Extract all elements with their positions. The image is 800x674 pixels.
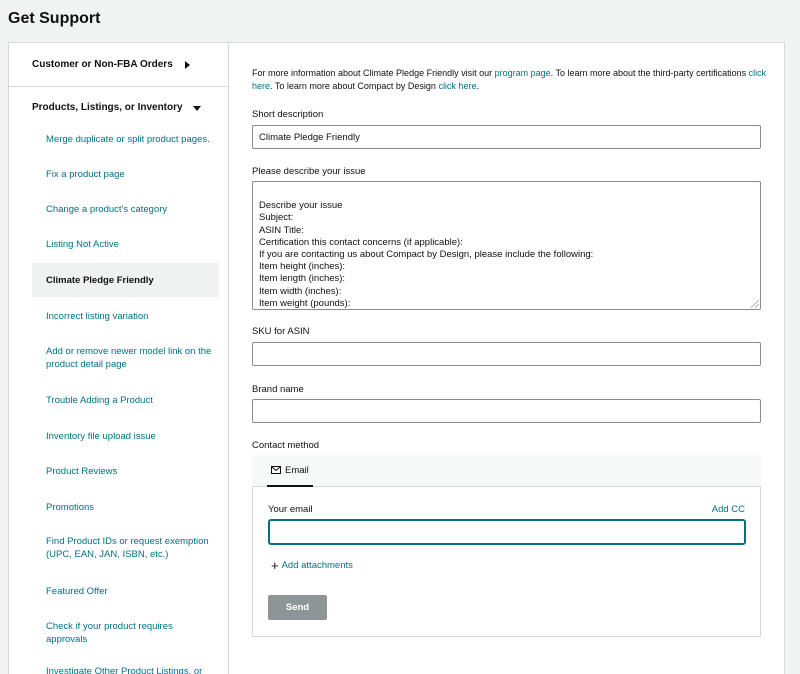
sidebar: Customer or Non-FBA Orders Products, Lis… [9,43,229,674]
sku-label: SKU for ASIN [252,326,310,337]
sidebar-item-incorrect-variation[interactable]: Incorrect listing variation [32,299,219,333]
your-email-label: Your email [268,504,313,515]
tab-email[interactable]: Email [267,455,313,487]
sidebar-item-trouble-adding[interactable]: Trouble Adding a Product [32,383,219,417]
section-label: Customer or Non-FBA Orders [32,59,173,70]
plus-icon: + [271,557,279,573]
sidebar-item-fix-product-page[interactable]: Fix a product page [32,157,219,191]
sidebar-item-product-reviews[interactable]: Product Reviews [32,454,219,488]
sidebar-item-investigate-listings[interactable]: Investigate Other Product Listings, or [32,665,219,674]
add-attachments-link[interactable]: + Add attachments [271,557,353,573]
caret-down-icon [192,105,201,111]
brand-name-label: Brand name [252,384,304,395]
page-title: Get Support [8,10,101,27]
support-panel: Customer or Non-FBA Orders Products, Lis… [8,42,785,674]
sidebar-item-climate-pledge[interactable]: Climate Pledge Friendly [32,263,219,297]
email-panel: Your email Add CC + Add attachments Send [252,487,761,637]
sidebar-item-inventory-upload[interactable]: Inventory file upload issue [32,419,219,453]
sidebar-item-change-category[interactable]: Change a product's category [32,192,219,226]
short-description-label: Short description [252,109,324,120]
info-text: For more information about Climate Pledg… [252,68,767,91]
section-label: Products, Listings, or Inventory [32,101,183,113]
sidebar-item-featured-offer[interactable]: Featured Offer [32,574,219,608]
sidebar-item-check-approvals[interactable]: Check if your product requires approvals [32,614,219,652]
issue-text: Describe your issue Subject: ASIN Title:… [259,200,594,309]
brand-name-input[interactable] [252,399,761,423]
mail-icon [271,466,281,474]
sidebar-item-merge-duplicate[interactable]: Merge duplicate or split product pages. [32,127,219,152]
compact-by-design-link[interactable]: click here [438,81,476,91]
short-description-input[interactable]: Climate Pledge Friendly [252,125,761,149]
sidebar-section-customer-orders[interactable]: Customer or Non-FBA Orders [9,43,229,87]
resize-handle[interactable] [751,300,759,308]
send-button[interactable]: Send [268,595,327,620]
sidebar-item-promotions[interactable]: Promotions [32,490,219,524]
caret-right-icon [184,60,190,69]
sidebar-item-newer-model-link[interactable]: Add or remove newer model link on the pr… [32,339,219,377]
contact-method-tabs: Email [252,455,761,487]
email-input[interactable] [268,519,746,545]
issue-label: Please describe your issue [252,166,366,177]
issue-textarea[interactable]: Describe your issue Subject: ASIN Title:… [252,181,761,310]
sidebar-item-find-product-ids[interactable]: Find Product IDs or request exemption (U… [32,529,219,567]
contact-method-label: Contact method [252,440,320,451]
sku-input[interactable] [252,342,761,366]
main-form: For more information about Climate Pledg… [229,43,784,674]
sidebar-item-listing-not-active[interactable]: Listing Not Active [32,227,219,262]
program-page-link[interactable]: program page [495,68,551,78]
add-cc-link[interactable]: Add CC [712,504,745,515]
sidebar-section-products-listings[interactable]: Products, Listings, or Inventory [9,87,229,127]
